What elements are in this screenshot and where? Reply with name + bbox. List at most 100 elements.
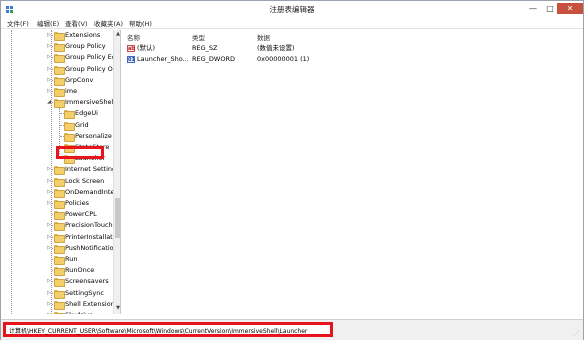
menu-file[interactable]: 文件(F) xyxy=(7,18,29,28)
tree-item-label: PrinterInstallati xyxy=(65,232,115,241)
tree-item-grpconv[interactable]: ▷ GrpConv xyxy=(3,75,113,86)
folder-icon xyxy=(54,244,65,254)
tree-item-ondemandinte[interactable]: ▷ OnDemandInte xyxy=(3,187,114,198)
tree-item-powercpl[interactable]: PowerCPL xyxy=(3,209,113,221)
collapsed-arrow-icon[interactable]: ▷ xyxy=(46,220,52,231)
tree-item-run[interactable]: Run xyxy=(3,254,113,265)
tree-item-label: Group Policy xyxy=(65,42,106,51)
tree-item-group-policy-ed[interactable]: ▷ Group Policy Ed xyxy=(3,52,116,64)
menu-view[interactable]: 查看(V) xyxy=(65,18,88,28)
column-header-type[interactable]: 类型 xyxy=(192,32,205,42)
collapsed-arrow-icon[interactable]: ▷ xyxy=(46,86,52,97)
tree-item-grid[interactable]: Grid xyxy=(3,120,113,131)
tree-item-label: PowerCPL xyxy=(65,210,97,219)
tree-item-extensions[interactable]: ▷ Extensions xyxy=(3,30,113,41)
menu-edit[interactable]: 编辑(E) xyxy=(37,18,59,28)
values-list[interactable]: 名称 类型 数据 ab (默认) REG_SZ (数值未设置) 01 Launc… xyxy=(123,30,583,314)
scroll-thumb[interactable] xyxy=(115,198,120,238)
folder-icon xyxy=(54,312,65,314)
tree-scrollbar[interactable]: ▲ ▼ xyxy=(113,30,120,314)
tree-item-skydrive[interactable]: ▷ Skydrive xyxy=(3,310,113,314)
tree-item-label: Lock Screen xyxy=(65,176,105,185)
collapsed-arrow-icon[interactable]: ▷ xyxy=(46,64,52,75)
status-bar: 计算机\HKEY_CURRENT_USER\Software\Microsoft… xyxy=(1,319,583,340)
tree-item-precisiontouchi[interactable]: ▷ PrecisionTouchi xyxy=(3,220,115,232)
tree-item-label: Run xyxy=(65,255,78,263)
tree-item-group-policy-o[interactable]: ▷ Group Policy O xyxy=(3,64,113,75)
tree-item-personalize[interactable]: Personalize xyxy=(3,131,113,142)
collapsed-arrow-icon[interactable]: ▷ xyxy=(46,198,52,209)
value-type: REG_SZ xyxy=(192,44,218,52)
collapsed-arrow-icon[interactable]: ▷ xyxy=(46,176,52,187)
dword-value-icon: 01 xyxy=(127,56,135,63)
close-button[interactable]: ✕ xyxy=(557,3,583,14)
collapsed-arrow-icon[interactable]: ▷ xyxy=(46,299,52,310)
tree-item-group-policy[interactable]: ▷ Group Policy xyxy=(3,41,113,53)
folder-icon xyxy=(54,200,65,209)
collapsed-arrow-icon[interactable]: ▷ xyxy=(46,52,52,63)
menu-bar: 文件(F) 编辑(E) 查看(V) 收藏夹(A) 帮助(H) xyxy=(1,17,583,29)
folder-icon xyxy=(54,32,65,41)
scroll-down-arrow-icon[interactable]: ▼ xyxy=(114,304,120,312)
value-data: 0x00000001 (1) xyxy=(257,55,310,63)
collapsed-arrow-icon[interactable]: ▷ xyxy=(46,187,52,198)
tree-item-internet-setting[interactable]: ▷ Internet Setting xyxy=(3,164,116,176)
tree-item-label: ime xyxy=(65,87,78,95)
collapsed-arrow-icon[interactable]: ▷ xyxy=(46,310,52,314)
folder-icon xyxy=(54,233,65,243)
tree-item-pushnotification[interactable]: ▷ PushNotification xyxy=(3,243,118,254)
menu-favorites[interactable]: 收藏夹(A) xyxy=(94,18,123,28)
tree-item-immersiveshell[interactable]: ◢ ImmersiveShell xyxy=(3,97,116,109)
tree-item-lock-screen[interactable]: ▷ Lock Screen xyxy=(3,176,113,187)
tree-item-label: Personalize xyxy=(75,131,112,140)
maximize-button[interactable]: □ xyxy=(542,3,558,14)
expanded-arrow-icon[interactable]: ◢ xyxy=(46,97,52,108)
column-header-name[interactable]: 名称 xyxy=(127,32,140,42)
folder-icon xyxy=(54,166,65,176)
collapsed-arrow-icon[interactable]: ▷ xyxy=(46,243,52,254)
tree-item-printerinstallati[interactable]: ▷ PrinterInstallati xyxy=(3,232,115,243)
registry-editor-window: 注册表编辑器 — □ ✕ 文件(F) 编辑(E) 查看(V) 收藏夹(A) 帮助… xyxy=(0,0,584,340)
value-row[interactable]: ab (默认) REG_SZ (数值未设置) xyxy=(125,43,425,54)
tree-item-label: PrecisionTouchi xyxy=(65,221,115,230)
scroll-up-arrow-icon[interactable]: ▲ xyxy=(114,30,120,38)
folder-icon xyxy=(54,99,65,109)
column-header-data[interactable]: 数据 xyxy=(257,32,270,42)
status-path-highlight: 计算机\HKEY_CURRENT_USER\Software\Microsoft… xyxy=(3,322,333,337)
folder-icon xyxy=(54,256,65,265)
folder-icon xyxy=(64,110,75,120)
collapsed-arrow-icon[interactable]: ▷ xyxy=(46,288,52,299)
tree-item-label: Group Policy O xyxy=(65,64,113,73)
collapsed-arrow-icon[interactable]: ▷ xyxy=(46,232,52,243)
string-value-icon: ab xyxy=(127,45,135,52)
value-name: Launcher_Sho... xyxy=(137,55,189,63)
menu-help[interactable]: 帮助(H) xyxy=(129,18,152,28)
tree-item-settingsync[interactable]: ▷ SettingSync xyxy=(3,288,113,299)
folder-icon xyxy=(54,177,65,187)
collapsed-arrow-icon[interactable]: ▷ xyxy=(46,30,52,41)
collapsed-arrow-icon[interactable]: ▷ xyxy=(46,164,52,175)
folder-icon xyxy=(54,88,65,97)
resize-grip-icon[interactable]: ⋰ xyxy=(573,330,581,338)
collapsed-arrow-icon[interactable]: ▷ xyxy=(46,276,52,287)
tree-item-shell-extensions[interactable]: ▷ Shell Extensions xyxy=(3,299,118,310)
tree-item-label: ImmersiveShell xyxy=(65,98,116,107)
value-row[interactable]: 01 Launcher_Sho... REG_DWORD 0x00000001 … xyxy=(125,54,425,65)
collapsed-arrow-icon[interactable]: ▷ xyxy=(46,75,52,86)
minimize-button[interactable]: — xyxy=(525,3,541,14)
tree-item-policies[interactable]: ▷ Policies xyxy=(3,198,113,209)
registry-tree[interactable]: ▷ Extensions ▷ Group Policy ▷ Group Policy Ed… xyxy=(3,30,121,314)
collapsed-arrow-icon[interactable]: ▷ xyxy=(46,41,52,52)
value-data: (数值未设置) xyxy=(257,44,295,52)
tree-item-runonce[interactable]: RunOnce xyxy=(3,265,113,277)
tree-item-label: PushNotification xyxy=(65,243,118,252)
folder-icon xyxy=(54,300,65,310)
tree-item-edgeui[interactable]: EdgeUi xyxy=(3,108,113,120)
window-title: 注册表编辑器 xyxy=(269,5,315,14)
folder-icon xyxy=(64,132,75,142)
value-name: (默认) xyxy=(137,44,156,52)
folder-icon xyxy=(54,278,65,288)
folder-icon xyxy=(54,65,65,75)
tree-item-ime[interactable]: ▷ ime xyxy=(3,86,113,97)
tree-item-screensavers[interactable]: ▷ Screensavers xyxy=(3,276,113,288)
